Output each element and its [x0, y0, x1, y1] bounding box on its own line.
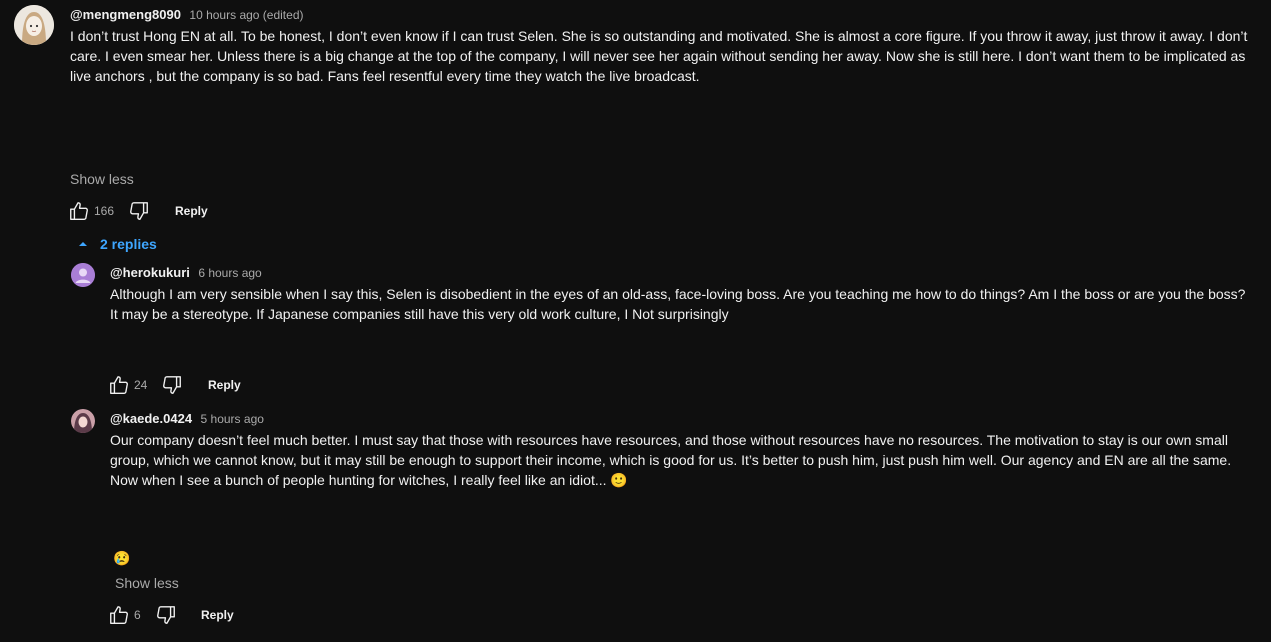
thumb-up-icon — [110, 606, 128, 624]
crying-face-emoji: 😢 — [113, 550, 131, 566]
reply-like-count: 6 — [134, 608, 141, 622]
thumb-down-icon — [130, 202, 148, 220]
show-less-button[interactable]: Show less — [115, 575, 179, 591]
reply-timestamp[interactable]: 5 hours ago — [201, 412, 264, 426]
reply-like-count: 24 — [134, 378, 148, 392]
reply-dislike-button[interactable] — [161, 374, 183, 396]
reply-text: Although I am very sensible when I say t… — [110, 286, 1246, 322]
reply-reply-button[interactable]: Reply — [201, 608, 234, 622]
reply-text-body: Our company doesn’t feel much better. I … — [110, 432, 1232, 488]
comment-timestamp[interactable]: 10 hours ago (edited) — [189, 8, 303, 22]
avatar-illustration-icon — [71, 409, 95, 433]
reply-timestamp[interactable]: 6 hours ago — [198, 266, 261, 280]
avatar-illustration-icon — [14, 5, 54, 45]
chevron-up-icon — [79, 242, 87, 246]
reply-avatar[interactable] — [71, 263, 95, 287]
reply-reply-button[interactable]: Reply — [208, 378, 241, 392]
comment-header: @mengmeng8090 10 hours ago (edited) — [70, 6, 303, 24]
reply-button[interactable]: Reply — [175, 204, 208, 218]
reply-like-button[interactable] — [108, 604, 130, 626]
comment-text: I don’t trust Hong EN at all. To be hone… — [70, 28, 1248, 84]
avatar[interactable] — [14, 5, 54, 45]
thumb-down-icon — [157, 606, 175, 624]
default-user-icon — [71, 263, 95, 287]
reply-dislike-button[interactable] — [155, 604, 177, 626]
like-count: 166 — [94, 204, 115, 218]
reply-header: @kaede.0424 5 hours ago — [110, 410, 264, 428]
replies-count-label: 2 replies — [100, 236, 157, 252]
show-less-button[interactable]: Show less — [70, 171, 134, 187]
replies-toggle[interactable]: 2 replies — [76, 236, 157, 252]
reply-like-button[interactable] — [108, 374, 130, 396]
reply-author[interactable]: @herokukuri — [110, 265, 190, 280]
thumb-down-icon — [163, 376, 181, 394]
dislike-button[interactable] — [128, 200, 150, 222]
reply-text: Our company doesn’t feel much better. I … — [110, 430, 1240, 490]
reply-avatar[interactable] — [71, 409, 95, 433]
thumb-up-icon — [110, 376, 128, 394]
reply-header: @herokukuri 6 hours ago — [110, 264, 262, 282]
like-button[interactable] — [68, 200, 90, 222]
thumb-up-icon — [70, 202, 88, 220]
smiling-face-emoji: 🙂 — [610, 472, 628, 488]
reply-author[interactable]: @kaede.0424 — [110, 411, 192, 426]
comment-author[interactable]: @mengmeng8090 — [70, 7, 181, 22]
